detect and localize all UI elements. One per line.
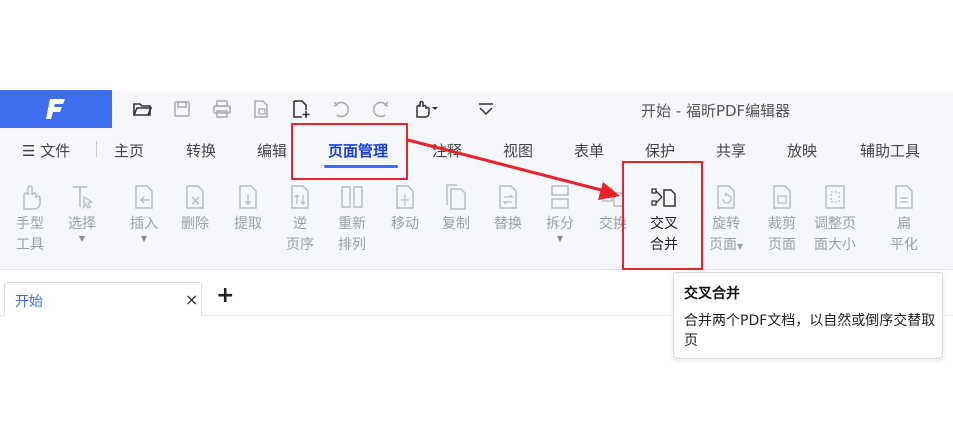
foxit-logo-icon — [46, 99, 65, 119]
tool-label: 旋转 — [712, 216, 741, 232]
tool-label: 扁 — [897, 216, 911, 232]
flatten-icon — [888, 180, 920, 214]
tool-label: 排列 — [338, 237, 366, 253]
create-from-icon[interactable] — [249, 97, 273, 121]
tool-label: 页序 — [286, 237, 314, 253]
tab-accessibility-tools[interactable]: 辅助工具 — [860, 140, 920, 161]
reverse-pages-icon — [284, 180, 316, 214]
print-icon[interactable] — [210, 97, 234, 121]
save-icon[interactable] — [170, 97, 194, 121]
title-bar: 开始 - 福昕PDF编辑器 — [0, 90, 953, 128]
tool-label-line2: 页面 — [709, 237, 737, 253]
tool-label: 选择 — [68, 216, 96, 232]
tooltip-title: 交叉合并 — [684, 286, 740, 302]
tab-protect[interactable]: 保护 — [645, 140, 675, 161]
chevron-down-icon: ▼ — [140, 234, 148, 243]
resize-page-button[interactable]: 调整页 面大小 — [814, 180, 856, 256]
duplicate-page-button[interactable]: 复制 — [440, 180, 472, 235]
rotate-page-icon — [710, 180, 742, 214]
reverse-pages-button[interactable]: 逆 页序 — [284, 180, 316, 256]
redo-icon[interactable] — [369, 97, 393, 121]
delete-page-icon — [179, 180, 211, 214]
customize-icon[interactable] — [474, 97, 498, 121]
highlight-box-interleave-merge — [622, 161, 703, 270]
tool-label: 替换 — [494, 216, 522, 232]
tool-label: 页面▼ — [709, 235, 743, 257]
tool-label: 面大小 — [814, 237, 856, 253]
tool-label: 插入 — [130, 216, 158, 232]
split-document-button[interactable]: 拆分 ▼ — [544, 180, 576, 243]
rotate-page-button[interactable]: 旋转 页面▼ — [709, 180, 743, 257]
menu-divider — [96, 141, 97, 157]
tab-view[interactable]: 视图 — [503, 140, 533, 161]
app-window: 开始 - 福昕PDF编辑器 ☰ 文件 主页 转换 编辑 页面管理 注释 视图 表… — [0, 0, 953, 446]
hand-tool-icon[interactable] — [408, 97, 442, 121]
file-menu[interactable]: ☰ 文件 — [22, 140, 70, 161]
chevron-down-icon: ▼ — [78, 234, 86, 243]
crop-page-button[interactable]: 裁剪 页面 — [766, 180, 798, 256]
tool-label: 删除 — [181, 216, 209, 232]
tool-label: 调整页 — [814, 216, 856, 232]
file-menu-label: 文件 — [40, 142, 71, 160]
tool-label: 平化 — [890, 237, 918, 253]
hand-icon — [14, 180, 46, 214]
highlight-box-page-management — [291, 123, 408, 180]
tool-label: 逆 — [293, 216, 307, 232]
tab-comment[interactable]: 注释 — [432, 140, 462, 161]
insert-page-button[interactable]: 插入 ▼ — [128, 180, 160, 243]
tooltip-body: 合并两个PDF文档，以自然或倒序交替取页 — [684, 313, 936, 349]
tab-form[interactable]: 表单 — [574, 140, 604, 161]
tool-label: 移动 — [391, 216, 419, 232]
tool-label: 重新 — [338, 216, 366, 232]
tool-label: 复制 — [442, 216, 470, 232]
tool-label: 裁剪 — [768, 216, 796, 232]
hamburger-icon: ☰ — [22, 142, 41, 160]
insert-page-icon — [128, 180, 160, 214]
tool-label: 提取 — [234, 216, 262, 232]
close-tab-icon[interactable]: × — [185, 290, 198, 309]
tab-convert[interactable]: 转换 — [186, 140, 216, 161]
tool-label: 手型 — [16, 216, 44, 232]
tab-home[interactable]: 主页 — [114, 140, 144, 161]
hand-tool-button[interactable]: 手型 工具 — [14, 180, 46, 256]
select-tool-button[interactable]: 选择 ▼ — [66, 180, 98, 243]
resize-page-icon — [819, 180, 851, 214]
app-logo — [0, 90, 112, 128]
replace-page-icon — [492, 180, 524, 214]
crop-page-icon — [766, 180, 798, 214]
window-title: 开始 - 福昕PDF编辑器 — [641, 102, 791, 120]
add-tab-button[interactable]: + — [216, 284, 234, 308]
tool-label: 工具 — [16, 237, 44, 253]
extract-page-button[interactable]: 提取 — [232, 180, 264, 235]
extract-page-icon — [232, 180, 264, 214]
document-tab-label: 开始 — [15, 294, 43, 310]
tool-label: 页面 — [768, 237, 796, 253]
replace-page-button[interactable]: 替换 — [492, 180, 524, 235]
open-folder-icon[interactable] — [130, 97, 154, 121]
rearrange-pages-icon — [336, 180, 368, 214]
flatten-button[interactable]: 扁 平化 — [888, 180, 920, 256]
undo-icon[interactable] — [329, 97, 353, 121]
tab-slideshow[interactable]: 放映 — [787, 140, 817, 161]
tab-edit[interactable]: 编辑 — [257, 140, 287, 161]
chevron-down-icon: ▼ — [556, 234, 564, 243]
delete-page-button[interactable]: 删除 — [179, 180, 211, 235]
duplicate-page-icon — [440, 180, 472, 214]
tab-share[interactable]: 共享 — [716, 140, 746, 161]
text-select-icon — [66, 180, 98, 214]
split-icon — [544, 180, 576, 214]
tooltip: 交叉合并 合并两个PDF文档，以自然或倒序交替取页 — [673, 272, 943, 359]
new-file-icon[interactable] — [289, 97, 313, 121]
document-tab[interactable]: 开始 × — [4, 282, 202, 316]
rearrange-pages-button[interactable]: 重新 排列 — [336, 180, 368, 256]
chevron-down-icon: ▼ — [737, 242, 744, 251]
move-page-button[interactable]: 移动 — [389, 180, 421, 235]
move-page-icon — [389, 180, 421, 214]
tool-label: 拆分 — [546, 216, 574, 232]
